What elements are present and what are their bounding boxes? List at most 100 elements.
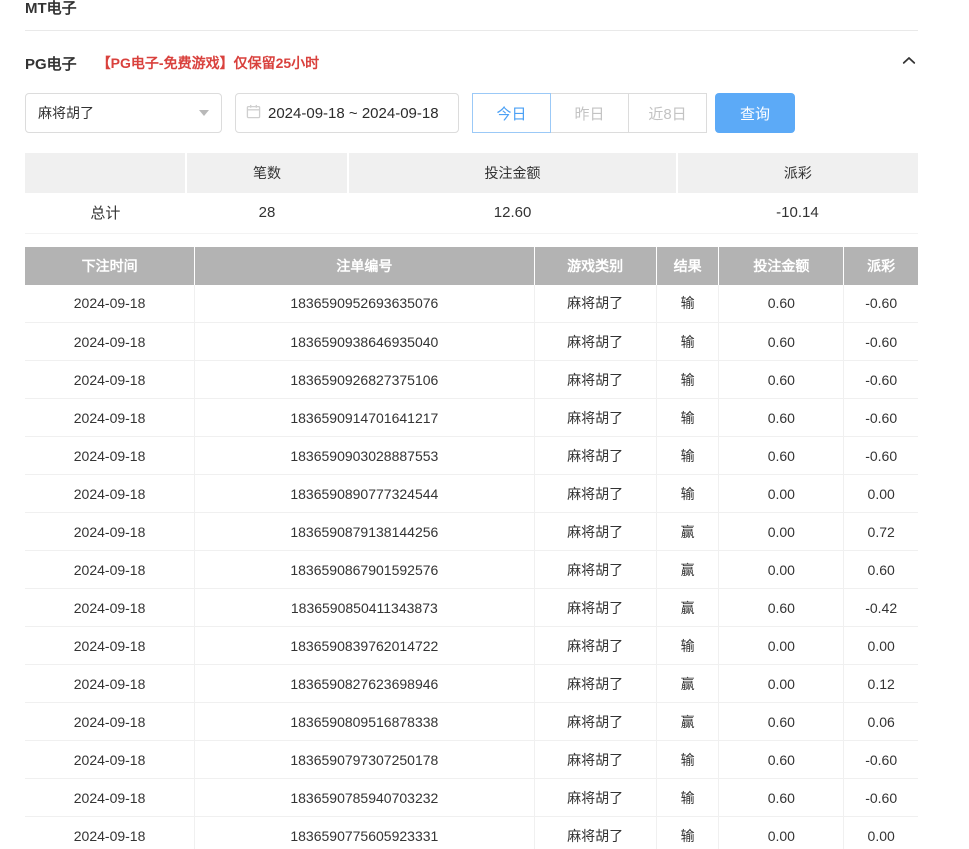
quick-date-button-0[interactable]: 今日 xyxy=(472,93,551,133)
summary-header-row: 笔数 投注金额 派彩 xyxy=(25,153,918,193)
order-id-cell: 1836590867901592576 xyxy=(195,551,534,589)
game-type-cell: 麻将胡了 xyxy=(534,551,656,589)
bet-amount-cell: 0.60 xyxy=(719,399,844,437)
result-cell: 输 xyxy=(656,323,719,361)
result-cell: 输 xyxy=(656,741,719,779)
bet-amount-cell: 0.00 xyxy=(719,551,844,589)
table-row: 2024-09-181836590867901592576麻将胡了赢0.000.… xyxy=(25,551,918,589)
table-row: 2024-09-181836590785940703232麻将胡了输0.60-0… xyxy=(25,779,918,817)
summary-bet-amount-value: 12.60 xyxy=(348,193,677,233)
order-id-cell: 1836590785940703232 xyxy=(195,779,534,817)
bet-time-cell: 2024-09-18 xyxy=(25,741,195,779)
table-row: 2024-09-181836590827623698946麻将胡了赢0.000.… xyxy=(25,665,918,703)
bet-time-cell: 2024-09-18 xyxy=(25,665,195,703)
table-row: 2024-09-181836590926827375106麻将胡了输0.60-0… xyxy=(25,361,918,399)
result-cell: 输 xyxy=(656,399,719,437)
summary-payout-value: -10.14 xyxy=(677,193,918,233)
bet-amount-cell: 0.00 xyxy=(719,817,844,849)
section-title: PG电子 xyxy=(25,53,77,74)
game-select[interactable]: 麻将胡了 xyxy=(25,93,222,133)
payout-cell: -0.60 xyxy=(844,437,918,475)
payout-cell: 0.72 xyxy=(844,513,918,551)
previous-section-row: MT电子 xyxy=(25,0,918,31)
order-id-cell: 1836590827623698946 xyxy=(195,665,534,703)
game-type-cell: 麻将胡了 xyxy=(534,589,656,627)
table-row: 2024-09-181836590938646935040麻将胡了输0.60-0… xyxy=(25,323,918,361)
order-id-cell: 1836590903028887553 xyxy=(195,437,534,475)
payout-cell: -0.60 xyxy=(844,361,918,399)
result-cell: 输 xyxy=(656,779,719,817)
order-id-cell: 1836590879138144256 xyxy=(195,513,534,551)
column-header-2: 游戏类别 xyxy=(534,247,656,285)
collapse-section-button[interactable] xyxy=(900,52,918,75)
section-header: PG电子 【PG电子-免费游戏】仅保留25小时 xyxy=(25,49,918,77)
bet-time-cell: 2024-09-18 xyxy=(25,779,195,817)
column-header-5: 派彩 xyxy=(844,247,918,285)
quick-date-button-2[interactable]: 近8日 xyxy=(628,93,707,133)
order-id-cell: 1836590797307250178 xyxy=(195,741,534,779)
bet-time-cell: 2024-09-18 xyxy=(25,703,195,741)
summary-header-payout: 派彩 xyxy=(677,153,918,193)
table-row: 2024-09-181836590879138144256麻将胡了赢0.000.… xyxy=(25,513,918,551)
game-type-cell: 麻将胡了 xyxy=(534,437,656,475)
table-row: 2024-09-181836590850411343873麻将胡了赢0.60-0… xyxy=(25,589,918,627)
payout-cell: 0.00 xyxy=(844,817,918,849)
game-type-cell: 麻将胡了 xyxy=(534,475,656,513)
order-id-cell: 1836590775605923331 xyxy=(195,817,534,849)
game-type-cell: 麻将胡了 xyxy=(534,817,656,849)
bet-time-cell: 2024-09-18 xyxy=(25,437,195,475)
table-row: 2024-09-181836590903028887553麻将胡了输0.60-0… xyxy=(25,437,918,475)
summary-count-value: 28 xyxy=(186,193,349,233)
records-header-row: 下注时间注单编号游戏类别结果投注金额派彩 xyxy=(25,247,918,285)
date-range-value: 2024-09-18 ~ 2024-09-18 xyxy=(268,105,439,122)
game-type-cell: 麻将胡了 xyxy=(534,741,656,779)
bet-time-cell: 2024-09-18 xyxy=(25,361,195,399)
payout-cell: 0.12 xyxy=(844,665,918,703)
filter-bar: 麻将胡了 2024-09-18 ~ 2024-09-18 今日昨日近8日 查询 xyxy=(25,93,918,133)
quick-date-button-1[interactable]: 昨日 xyxy=(550,93,629,133)
bet-amount-cell: 0.00 xyxy=(719,513,844,551)
bet-amount-cell: 0.00 xyxy=(719,475,844,513)
bet-time-cell: 2024-09-18 xyxy=(25,551,195,589)
result-cell: 输 xyxy=(656,285,719,323)
section-notice: 【PG电子-免费游戏】仅保留25小时 xyxy=(97,53,319,73)
payout-cell: 0.00 xyxy=(844,627,918,665)
bet-amount-cell: 0.00 xyxy=(719,665,844,703)
bet-amount-cell: 0.60 xyxy=(719,741,844,779)
result-cell: 赢 xyxy=(656,703,719,741)
bet-amount-cell: 0.60 xyxy=(719,437,844,475)
payout-cell: -0.60 xyxy=(844,779,918,817)
game-type-cell: 麻将胡了 xyxy=(534,703,656,741)
previous-section-title[interactable]: MT电子 xyxy=(25,0,77,18)
result-cell: 输 xyxy=(656,475,719,513)
result-cell: 输 xyxy=(656,627,719,665)
bet-amount-cell: 0.60 xyxy=(719,703,844,741)
order-id-cell: 1836590914701641217 xyxy=(195,399,534,437)
order-id-cell: 1836590926827375106 xyxy=(195,361,534,399)
table-row: 2024-09-181836590797307250178麻将胡了输0.60-0… xyxy=(25,741,918,779)
date-range-input[interactable]: 2024-09-18 ~ 2024-09-18 xyxy=(235,93,459,133)
result-cell: 输 xyxy=(656,817,719,849)
result-cell: 赢 xyxy=(656,513,719,551)
column-header-0: 下注时间 xyxy=(25,247,195,285)
payout-cell: -0.60 xyxy=(844,323,918,361)
calendar-icon xyxy=(246,104,261,123)
table-row: 2024-09-181836590839762014722麻将胡了输0.000.… xyxy=(25,627,918,665)
game-type-cell: 麻将胡了 xyxy=(534,779,656,817)
search-button[interactable]: 查询 xyxy=(715,93,795,133)
summary-total-label: 总计 xyxy=(25,193,186,233)
summary-table: 笔数 投注金额 派彩 总计 28 12.60 -10.14 xyxy=(25,153,918,234)
chevron-up-icon xyxy=(900,52,918,75)
table-row: 2024-09-181836590809516878338麻将胡了赢0.600.… xyxy=(25,703,918,741)
betting-records-page: MT电子 PG电子 【PG电子-免费游戏】仅保留25小时 麻将胡了 2024-0… xyxy=(0,0,969,849)
bet-time-cell: 2024-09-18 xyxy=(25,285,195,323)
order-id-cell: 1836590952693635076 xyxy=(195,285,534,323)
summary-total-row: 总计 28 12.60 -10.14 xyxy=(25,193,918,233)
game-type-cell: 麻将胡了 xyxy=(534,323,656,361)
order-id-cell: 1836590809516878338 xyxy=(195,703,534,741)
chevron-down-icon xyxy=(199,110,209,116)
column-header-3: 结果 xyxy=(656,247,719,285)
table-row: 2024-09-181836590775605923331麻将胡了输0.000.… xyxy=(25,817,918,849)
order-id-cell: 1836590938646935040 xyxy=(195,323,534,361)
bet-time-cell: 2024-09-18 xyxy=(25,513,195,551)
